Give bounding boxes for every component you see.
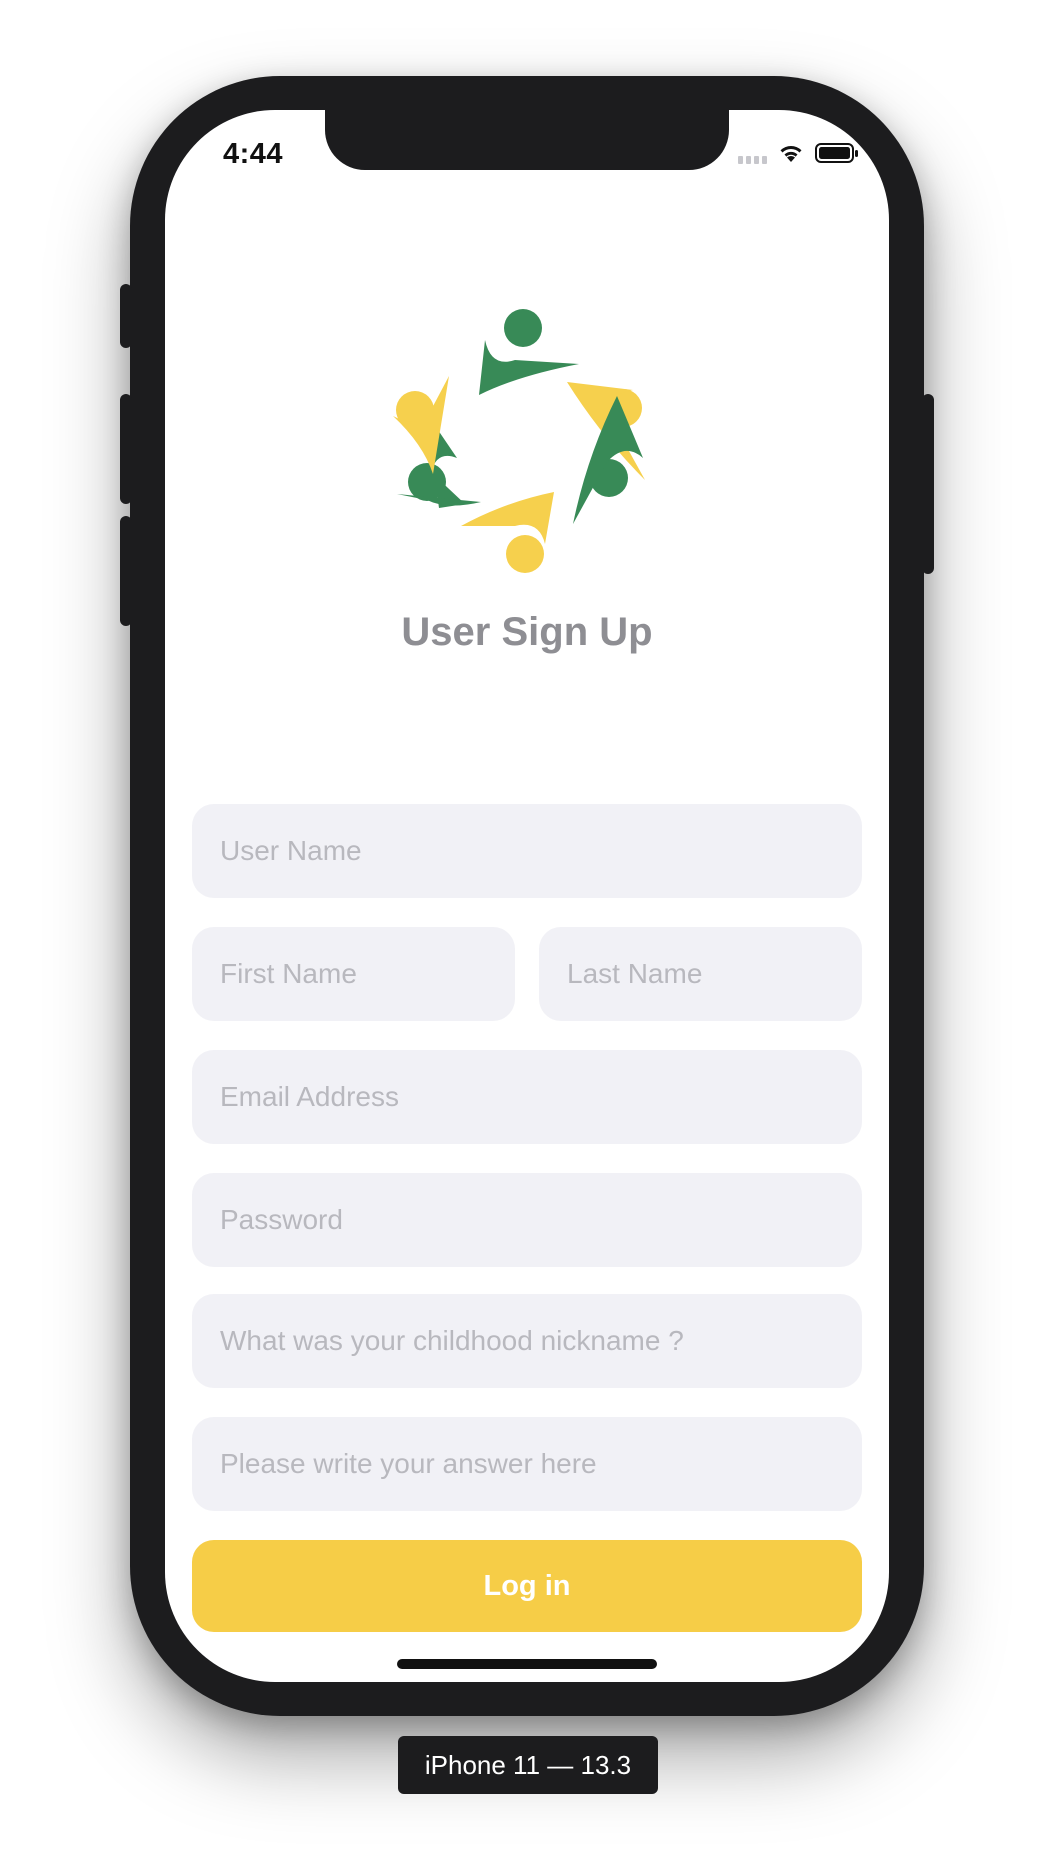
volume-up-button xyxy=(120,394,132,504)
power-button xyxy=(922,394,934,574)
email-field[interactable] xyxy=(192,1050,862,1144)
login-button-label: Log in xyxy=(483,1569,571,1602)
volume-down-button xyxy=(120,516,132,626)
status-time: 4:44 xyxy=(223,138,284,170)
security-question-input[interactable] xyxy=(220,1325,834,1357)
notch xyxy=(325,110,729,170)
security-answer-input[interactable] xyxy=(220,1448,834,1480)
password-field[interactable] xyxy=(192,1173,862,1267)
home-indicator[interactable] xyxy=(397,1659,657,1669)
page-title: User Sign Up xyxy=(401,610,653,654)
wifi-icon xyxy=(780,146,802,162)
password-input[interactable] xyxy=(220,1204,834,1236)
security-answer-field[interactable] xyxy=(192,1417,862,1511)
last-name-input[interactable] xyxy=(567,958,834,990)
login-button[interactable]: Log in xyxy=(192,1540,862,1632)
email-input[interactable] xyxy=(220,1081,834,1113)
last-name-field[interactable] xyxy=(539,927,862,1021)
first-name-input[interactable] xyxy=(220,958,487,990)
security-question-field[interactable] xyxy=(192,1294,862,1388)
status-icons xyxy=(738,142,859,164)
simulator-device-label: iPhone 11 — 13.3 xyxy=(398,1736,658,1794)
username-input[interactable] xyxy=(220,835,834,867)
first-name-field[interactable] xyxy=(192,927,515,1021)
app-logo-icon xyxy=(393,309,645,573)
silent-switch xyxy=(120,284,132,348)
battery-icon xyxy=(815,143,858,163)
screen: 4:44 User Sign Up User Name First Name L… xyxy=(165,110,889,1682)
cellular-signal-icon xyxy=(738,142,767,164)
username-field[interactable] xyxy=(192,804,862,898)
